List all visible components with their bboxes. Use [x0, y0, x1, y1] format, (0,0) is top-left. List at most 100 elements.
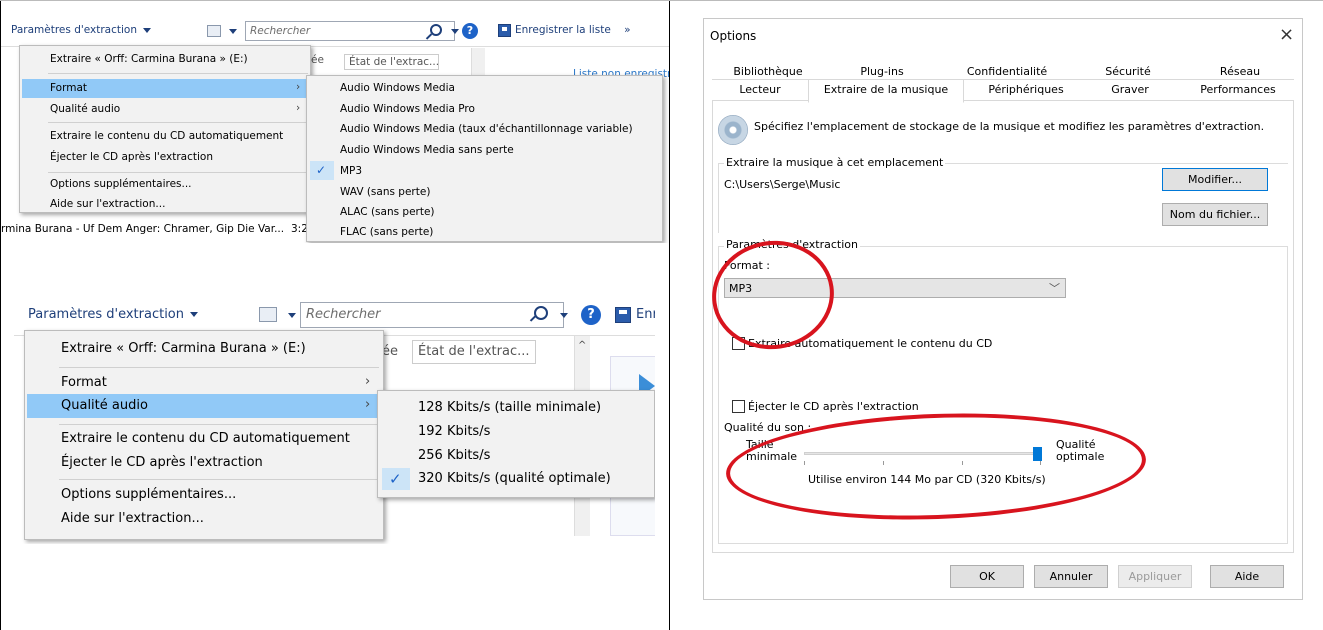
options-dialog: Options × Bibliothèque Plug-ins Confiden…	[703, 18, 1303, 600]
tab-rip-music[interactable]: Extraire de la musique	[808, 79, 964, 103]
dialog-title: Options	[710, 29, 757, 43]
menu-separator	[48, 122, 308, 123]
menu-item-format[interactable]: Format ›	[22, 79, 308, 98]
menu-item-rip-cd[interactable]: Extraire « Orff: Carmina Burana » (E:)	[50, 53, 248, 65]
menu-item-format-label: Format	[61, 375, 107, 390]
menu-item-audio-quality-label: Qualité audio	[61, 398, 148, 413]
menu-item-more-options[interactable]: Options supplémentaires...	[50, 178, 192, 190]
format-option[interactable]: WAV (sans perte)	[340, 186, 430, 198]
save-list-label: Enregistrer la liste	[515, 24, 611, 36]
cd-rip-icon	[718, 115, 748, 145]
column-header-year[interactable]: ée	[311, 54, 324, 66]
search-chevron-icon[interactable]	[560, 313, 568, 318]
format-option[interactable]: Audio Windows Media (taux d'échantillonn…	[340, 123, 633, 135]
help-button[interactable]: Aide	[1210, 565, 1284, 588]
eject-checkbox[interactable]	[732, 400, 745, 413]
rip-settings-button[interactable]: Paramètres d'extraction	[11, 24, 151, 36]
menu-item-auto-rip[interactable]: Extraire le contenu du CD automatiquemen…	[50, 130, 283, 142]
chevron-right-icon: ›	[296, 81, 301, 93]
chevron-right-icon: ›	[365, 374, 371, 389]
menu-separator	[59, 367, 379, 368]
rip-path: C:\Users\Serge\Music	[724, 178, 841, 191]
quality-option-selected[interactable]: 320 Kbits/s (qualité optimale)	[418, 471, 611, 486]
menu-item-eject[interactable]: Éjecter le CD après l'extraction	[61, 455, 263, 470]
close-icon[interactable]: ×	[1279, 24, 1294, 45]
top-border	[0, 0, 1323, 1]
tab-player[interactable]: Lecteur	[714, 83, 806, 96]
menu-separator	[48, 73, 308, 74]
tab-library[interactable]: Bibliothèque	[714, 65, 822, 78]
search-input[interactable]: Rechercher	[300, 302, 564, 328]
rip-settings-label: Paramètres d'extraction	[28, 307, 184, 322]
track-row-title[interactable]: rmina Burana - Uf Dem Anger: Chramer, Gi…	[1, 223, 284, 235]
tab-network[interactable]: Réseau	[1188, 65, 1292, 78]
search-icon[interactable]	[534, 306, 548, 320]
rip-settings-button[interactable]: Paramètres d'extraction	[28, 307, 198, 322]
tab-privacy[interactable]: Confidentialité	[948, 65, 1066, 78]
menu-item-auto-rip[interactable]: Extraire le contenu du CD automatiquemen…	[61, 431, 350, 446]
save-list-icon[interactable]	[498, 24, 511, 37]
menu-item-format-label: Format	[50, 82, 88, 94]
menu-item-audio-quality-label: Qualité audio	[50, 103, 121, 115]
format-option[interactable]: Audio Windows Media	[340, 82, 455, 94]
rip-settings-label: Paramètres d'extraction	[11, 24, 137, 36]
menu-item-audio-quality[interactable]: Qualité audio ›	[22, 100, 308, 119]
menu-item-audio-quality[interactable]: Qualité audio ›	[27, 394, 381, 418]
eject-label: Éjecter le CD après l'extraction	[748, 400, 919, 413]
quality-option[interactable]: 128 Kbits/s (taille minimale)	[418, 400, 601, 415]
chevron-down-icon	[190, 312, 198, 317]
ok-button[interactable]: OK	[950, 565, 1024, 588]
quality-option[interactable]: 256 Kbits/s	[418, 448, 490, 463]
checkmark-icon: ✓	[389, 470, 402, 488]
help-icon[interactable]: ?	[462, 23, 478, 39]
save-list-button[interactable]: Enregistrer la liste »	[515, 24, 631, 36]
view-options-icon[interactable]	[207, 25, 221, 37]
search-chevron-icon[interactable]	[451, 29, 459, 34]
location-group-label: Extraire la musique à cet emplacement	[724, 156, 946, 169]
save-list-button[interactable]: Enr	[636, 307, 655, 322]
view-options-icon[interactable]	[259, 307, 277, 322]
format-option[interactable]: Audio Windows Media Pro	[340, 103, 475, 115]
format-submenu: Audio Windows Media Audio Windows Media …	[306, 75, 663, 242]
column-header-rip-status[interactable]: État de l'extrac...	[344, 54, 439, 70]
tab-plugins[interactable]: Plug-ins	[834, 65, 930, 78]
menu-item-help[interactable]: Aide sur l'extraction...	[50, 198, 165, 210]
scroll-up-icon[interactable]: ^	[578, 340, 586, 351]
format-option[interactable]: FLAC (sans perte)	[340, 226, 433, 238]
format-option[interactable]: ALAC (sans perte)	[340, 206, 435, 218]
more-chevron[interactable]: »	[624, 24, 630, 36]
quality-option[interactable]: 192 Kbits/s	[418, 424, 490, 439]
modify-button[interactable]: Modifier...	[1162, 168, 1268, 191]
column-header-year[interactable]: ée	[382, 344, 398, 359]
tab-burn[interactable]: Graver	[1084, 83, 1176, 96]
chevron-down-icon	[143, 27, 151, 33]
tab-performance[interactable]: Performances	[1184, 83, 1292, 96]
search-icon[interactable]	[430, 24, 442, 36]
search-placeholder: Rechercher	[306, 307, 381, 322]
rip-settings-menu: Extraire « Orff: Carmina Burana » (E:) F…	[19, 45, 311, 213]
help-icon[interactable]: ?	[581, 305, 601, 325]
menu-item-rip-cd[interactable]: Extraire « Orff: Carmina Burana » (E:)	[61, 341, 306, 356]
file-name-button[interactable]: Nom du fichier...	[1162, 203, 1268, 226]
menu-item-help[interactable]: Aide sur l'extraction...	[61, 511, 204, 526]
apply-button[interactable]: Appliquer	[1118, 565, 1192, 588]
column-header-rip-status[interactable]: État de l'extrac...	[412, 340, 536, 364]
tab-devices[interactable]: Périphériques	[968, 83, 1084, 96]
view-options-chevron-icon[interactable]	[229, 29, 237, 34]
tab-rip-music-label: Extraire de la musique	[823, 83, 949, 96]
view-options-chevron-icon[interactable]	[288, 313, 296, 318]
menu-item-format[interactable]: Format ›	[27, 371, 381, 395]
rip-settings-menu: Extraire « Orff: Carmina Burana » (E:) F…	[24, 330, 384, 540]
save-list-icon[interactable]	[615, 307, 631, 323]
chevron-right-icon: ›	[365, 397, 371, 412]
chevron-down-icon: ﹀	[1049, 282, 1060, 295]
format-option[interactable]: Audio Windows Media sans perte	[340, 144, 514, 156]
chevron-right-icon: ›	[296, 102, 301, 114]
format-option-selected[interactable]: MP3	[340, 165, 362, 177]
menu-item-more-options[interactable]: Options supplémentaires...	[61, 487, 236, 502]
quality-submenu: 128 Kbits/s (taille minimale) 192 Kbits/…	[377, 390, 655, 498]
search-input[interactable]: Rechercher	[245, 21, 455, 41]
tab-security[interactable]: Sécurité	[1080, 65, 1176, 78]
menu-item-eject[interactable]: Éjecter le CD après l'extraction	[50, 151, 213, 163]
cancel-button[interactable]: Annuler	[1034, 565, 1108, 588]
